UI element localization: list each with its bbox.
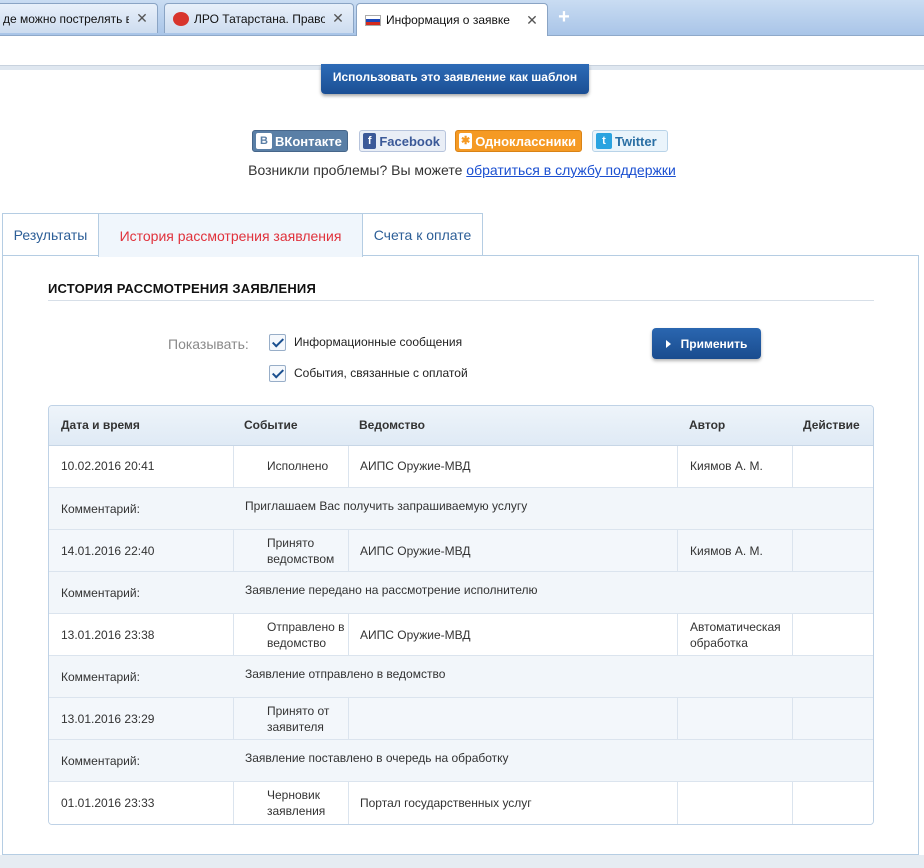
header-agency: Ведомство — [359, 418, 425, 432]
table-row-comment: Комментарий: Заявление отправлено в ведо… — [49, 656, 873, 698]
cell-comment: Приглашаем Вас получить запрашиваемую ус… — [245, 499, 528, 513]
cell-datetime: 10.02.2016 20:41 — [61, 459, 155, 473]
comment-label: Комментарий: — [61, 586, 140, 600]
share-facebook-button[interactable]: f Facebook — [359, 130, 446, 152]
browser-tab-2[interactable]: ЛРО Татарстана. Правово ✕ — [164, 3, 354, 33]
share-ok-label: Одноклассники — [475, 133, 576, 149]
info-messages-label: Информационные сообщения — [294, 335, 463, 349]
share-twitter-button[interactable]: t Twitter — [592, 130, 668, 152]
page-footer-strip — [0, 855, 924, 868]
cell-comment: Заявление передано на рассмотрение испол… — [245, 583, 538, 597]
cell-event: Отправлено в ведомство — [267, 620, 345, 650]
table-row: 01.01.2016 23:33 Черновик заявления Порт… — [49, 782, 873, 824]
table-row: 13.01.2016 23:29 Принято от заявителя — [49, 698, 873, 740]
table-row: 13.01.2016 23:38 Отправлено в ведомство … — [49, 614, 873, 656]
share-facebook-label: Facebook — [379, 133, 440, 149]
comment-label: Комментарий: — [61, 754, 140, 768]
section-title: ИСТОРИЯ РАССМОТРЕНИЯ ЗАЯВЛЕНИЯ — [48, 281, 317, 296]
support-line: Возникли проблемы? Вы можете обратиться … — [0, 162, 924, 178]
share-vk-label: ВКонтакте — [275, 133, 342, 149]
header-author: Автор — [689, 418, 726, 432]
browser-tab-title: ЛРО Татарстана. Правово — [194, 11, 325, 26]
address-bar[interactable] — [0, 36, 924, 66]
close-icon[interactable]: ✕ — [135, 10, 149, 27]
tab-results[interactable]: Результаты — [2, 213, 99, 256]
table-row-comment: Комментарий: Заявление поставлено в очер… — [49, 740, 873, 782]
history-table: Дата и время Событие Ведомство Автор Дей… — [48, 405, 874, 825]
cell-datetime: 14.01.2016 22:40 — [61, 544, 155, 558]
browser-tab-1[interactable]: де можно пострелять в ✕ — [0, 3, 158, 33]
cell-comment: Заявление поставлено в очередь на обрабо… — [245, 751, 509, 765]
cell-datetime: 13.01.2016 23:29 — [61, 712, 155, 726]
table-row-comment: Комментарий: Заявление передано на рассм… — [49, 572, 873, 614]
comment-label: Комментарий: — [61, 502, 140, 516]
cell-event: Принято от заявителя — [267, 704, 330, 734]
facebook-icon: f — [363, 133, 377, 149]
header-action: Действие — [803, 418, 860, 432]
cell-event: Принято ведомством — [267, 536, 335, 566]
site-favicon-icon — [173, 11, 189, 26]
payment-events-label: События, связанные с оплатой — [294, 366, 468, 380]
play-icon — [665, 339, 671, 348]
share-vk-button[interactable]: B ВКонтакте — [252, 130, 348, 152]
cell-author: Киямов А. М. — [690, 544, 763, 558]
cell-datetime: 13.01.2016 23:38 — [61, 628, 155, 642]
header-datetime: Дата и время — [61, 418, 140, 432]
tab-invoices[interactable]: Счета к оплате — [362, 213, 483, 256]
tab-history[interactable]: История рассмотрения заявления — [98, 213, 363, 257]
cell-datetime: 01.01.2016 23:33 — [61, 796, 155, 810]
header-event: Событие — [244, 418, 298, 432]
twitter-icon: t — [596, 133, 612, 149]
cell-event: Черновик заявления — [267, 788, 326, 818]
close-icon[interactable]: ✕ — [525, 12, 539, 29]
cell-event: Исполнено — [267, 459, 329, 473]
info-messages-checkbox[interactable] — [269, 334, 286, 351]
table-row: 10.02.2016 20:41 Исполнено АИПС Оружие-М… — [49, 446, 873, 488]
apply-label: Применить — [680, 336, 748, 351]
table-row-comment: Комментарий: Приглашаем Вас получить зап… — [49, 488, 873, 530]
payment-events-checkbox[interactable] — [269, 365, 286, 382]
odnoklassniki-icon: ✱ — [459, 133, 473, 149]
use-as-template-button[interactable]: Использовать это заявление как шаблон — [321, 64, 589, 94]
table-row: 14.01.2016 22:40 Принято ведомством АИПС… — [49, 530, 873, 572]
table-header: Дата и время Событие Ведомство Автор Дей… — [49, 406, 873, 446]
cell-agency: АИПС Оружие-МВД — [360, 628, 471, 642]
cell-agency: АИПС Оружие-МВД — [360, 459, 471, 473]
cell-agency: АИПС Оружие-МВД — [360, 544, 471, 558]
russia-flag-icon — [365, 14, 381, 26]
cell-author: Киямов А. М. — [690, 459, 763, 473]
support-text: Возникли проблемы? Вы можете — [248, 162, 467, 178]
close-icon[interactable]: ✕ — [331, 10, 345, 27]
share-twitter-label: Twitter — [615, 133, 657, 149]
support-link[interactable]: обратиться в службу поддержки — [466, 162, 676, 178]
section-divider — [48, 300, 874, 301]
browser-tab-bar: де можно пострелять в ✕ ЛРО Татарстана. … — [0, 0, 924, 36]
filter-label: Показывать: — [168, 336, 249, 352]
comment-label: Комментарий: — [61, 670, 140, 684]
cell-comment: Заявление отправлено в ведомство — [245, 667, 446, 681]
apply-button[interactable]: Применить — [652, 328, 761, 359]
cell-author: Автоматическая обработка — [690, 620, 781, 650]
cell-agency: Портал государственных услуг — [360, 796, 532, 810]
share-ok-button[interactable]: ✱ Одноклассники — [455, 130, 582, 152]
browser-tab-title: де можно пострелять в — [3, 11, 129, 26]
browser-tab-3[interactable]: Информация о заявке ✕ — [356, 3, 548, 36]
browser-tab-title: Информация о заявке — [386, 13, 510, 27]
new-tab-button[interactable]: + — [552, 6, 576, 28]
vk-icon: B — [256, 133, 272, 149]
